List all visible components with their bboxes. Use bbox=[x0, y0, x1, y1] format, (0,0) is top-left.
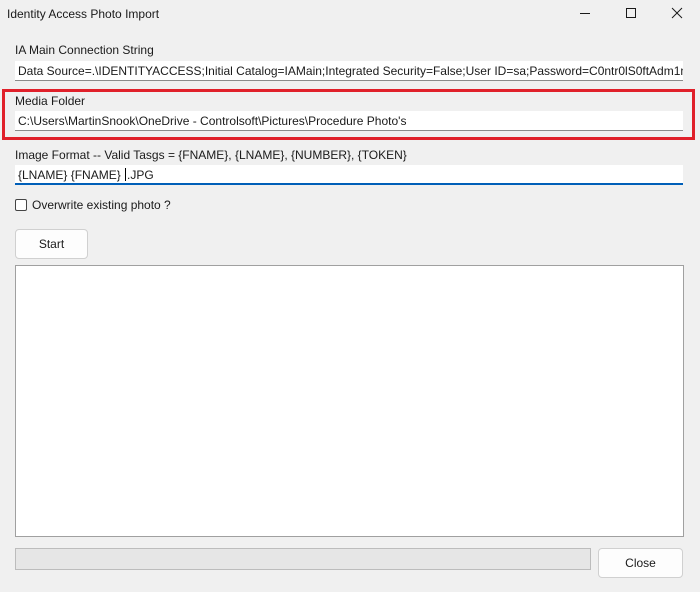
connection-string-label: IA Main Connection String bbox=[15, 43, 154, 57]
media-folder-label: Media Folder bbox=[15, 94, 86, 108]
progress-bar bbox=[15, 548, 591, 570]
maximize-button[interactable] bbox=[608, 0, 654, 28]
log-output[interactable] bbox=[15, 265, 684, 537]
image-format-value-end: .JPG bbox=[127, 168, 154, 182]
overwrite-checkbox[interactable] bbox=[15, 199, 27, 211]
image-format-value-start: {LNAME} {FNAME} bbox=[18, 168, 125, 182]
close-icon bbox=[671, 7, 683, 22]
media-folder-input[interactable]: C:\Users\MartinSnook\OneDrive - Controls… bbox=[15, 111, 683, 131]
window-title: Identity Access Photo Import bbox=[7, 7, 160, 21]
maximize-icon bbox=[625, 7, 637, 22]
connection-string-input[interactable]: Data Source=.\IDENTITYACCESS;Initial Cat… bbox=[15, 61, 683, 81]
image-format-label: Image Format -- Valid Tasgs = {FNAME}, {… bbox=[15, 148, 407, 162]
title-bar[interactable]: Identity Access Photo Import bbox=[0, 0, 700, 28]
image-format-input[interactable]: {LNAME} {FNAME} .JPG bbox=[15, 165, 683, 185]
start-button[interactable]: Start bbox=[15, 229, 88, 259]
close-button[interactable]: Close bbox=[598, 548, 683, 578]
close-window-button[interactable] bbox=[654, 0, 700, 28]
minimize-icon bbox=[579, 7, 591, 22]
minimize-button[interactable] bbox=[562, 0, 608, 28]
overwrite-label[interactable]: Overwrite existing photo ? bbox=[32, 198, 171, 212]
text-caret bbox=[125, 168, 127, 181]
photo-import-window: Identity Access Photo Import IA Main Con… bbox=[0, 0, 700, 592]
